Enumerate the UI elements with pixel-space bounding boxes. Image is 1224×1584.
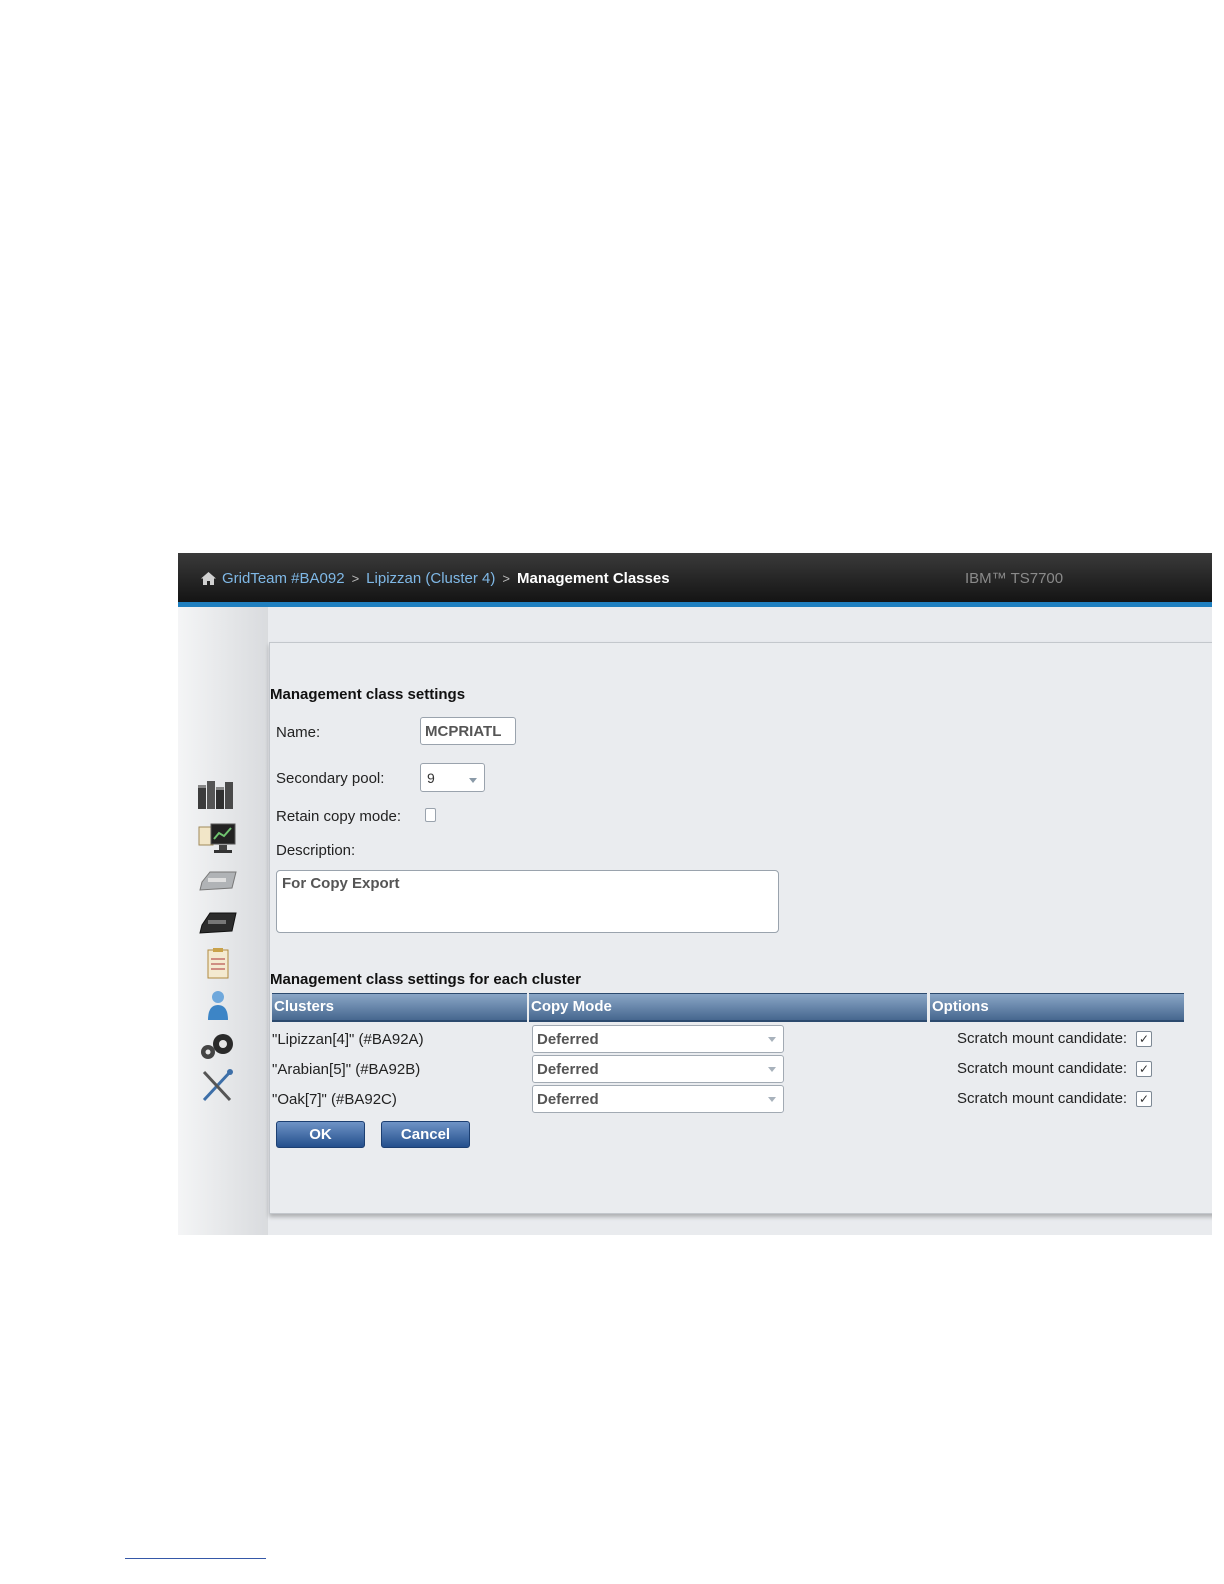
product-name: IBM™ TS7700 xyxy=(965,570,1064,587)
copy-mode-select[interactable]: Deferred xyxy=(532,1085,784,1113)
sidebar-nav xyxy=(178,607,268,1235)
ok-button[interactable]: OK xyxy=(276,1121,365,1148)
monitor-grid-icon[interactable] xyxy=(196,777,240,813)
breadcrumb-separator: > xyxy=(351,571,360,586)
settings-gears-icon[interactable] xyxy=(196,1028,240,1064)
name-label: Name: xyxy=(276,724,321,741)
settings-section-title: Management class settings xyxy=(270,686,466,703)
retain-copy-mode-label: Retain copy mode: xyxy=(276,808,402,825)
column-header-clusters: Clusters xyxy=(272,993,527,1022)
chevron-down-icon xyxy=(768,1097,776,1102)
breadcrumb-grid-link[interactable]: GridTeam #BA092 xyxy=(222,570,345,587)
chevron-down-icon xyxy=(469,778,477,783)
chevron-down-icon xyxy=(768,1067,776,1072)
physical-drive-icon[interactable] xyxy=(196,905,240,941)
scratch-mount-checkbox[interactable]: ✓ xyxy=(1136,1061,1152,1077)
copy-mode-select[interactable]: Deferred xyxy=(532,1055,784,1083)
breadcrumb-separator: > xyxy=(502,571,510,586)
footnote-divider xyxy=(125,1558,266,1559)
secondary-pool-select[interactable]: 9 xyxy=(420,763,485,792)
cancel-button[interactable]: Cancel xyxy=(381,1121,470,1148)
home-icon[interactable] xyxy=(200,571,217,586)
copy-mode-value: Deferred xyxy=(537,1031,599,1048)
copy-mode-value: Deferred xyxy=(537,1061,599,1078)
name-input[interactable] xyxy=(420,717,516,745)
scratch-mount-label: Scratch mount candidate: xyxy=(957,1090,1128,1107)
secondary-pool-value: 9 xyxy=(427,770,435,786)
cluster-name: "Lipizzan[4]" (#BA92A) xyxy=(272,1031,424,1048)
cluster-name: "Oak[7]" (#BA92C) xyxy=(272,1091,397,1108)
description-textarea[interactable]: For Copy Export xyxy=(276,870,779,933)
retain-copy-mode-checkbox[interactable] xyxy=(425,808,436,822)
column-header-options: Options xyxy=(930,993,1184,1022)
virtual-drive-icon[interactable] xyxy=(196,864,240,900)
header-bar: GridTeam #BA092 > Lipizzan (Cluster 4) >… xyxy=(178,553,1212,607)
chevron-down-icon xyxy=(768,1037,776,1042)
scratch-mount-checkbox[interactable]: ✓ xyxy=(1136,1091,1152,1107)
column-header-copy-mode: Copy Mode xyxy=(529,993,927,1022)
scratch-mount-label: Scratch mount candidate: xyxy=(957,1060,1128,1077)
breadcrumb-cluster-link[interactable]: Lipizzan (Cluster 4) xyxy=(366,570,495,587)
cluster-name: "Arabian[5]" (#BA92B) xyxy=(272,1061,421,1078)
scratch-mount-label: Scratch mount candidate: xyxy=(957,1030,1128,1047)
breadcrumb: GridTeam #BA092 > Lipizzan (Cluster 4) >… xyxy=(200,570,670,587)
user-access-icon[interactable] xyxy=(196,988,240,1024)
management-class-panel: Management class settings Name: Secondar… xyxy=(269,642,1212,1214)
copy-mode-select[interactable]: Deferred xyxy=(532,1025,784,1053)
copy-mode-value: Deferred xyxy=(537,1091,599,1108)
secondary-pool-label: Secondary pool: xyxy=(276,770,385,787)
service-tools-icon[interactable] xyxy=(196,1068,240,1104)
scratch-mount-checkbox[interactable]: ✓ xyxy=(1136,1031,1152,1047)
description-label: Description: xyxy=(276,842,356,859)
constructs-clipboard-icon[interactable] xyxy=(196,947,240,983)
management-class-screenshot: GridTeam #BA092 > Lipizzan (Cluster 4) >… xyxy=(178,553,1212,1235)
performance-monitor-icon[interactable] xyxy=(196,821,240,857)
cluster-settings-title: Management class settings for each clust… xyxy=(270,971,581,988)
breadcrumb-current-page: Management Classes xyxy=(516,570,670,587)
